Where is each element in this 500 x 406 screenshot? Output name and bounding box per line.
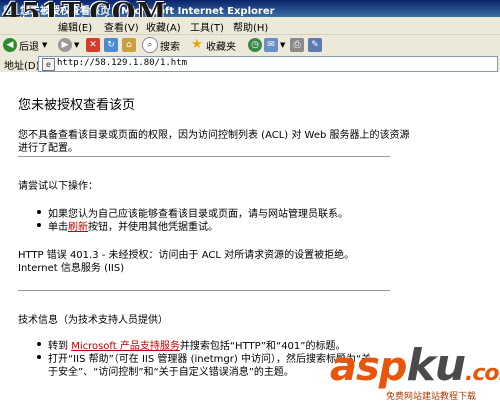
try-item-2-pre: 单击 — [48, 222, 68, 233]
stop-button[interactable]: ✕ — [86, 37, 102, 53]
divider — [18, 290, 390, 291]
window-title: 您未被授权查看该页 - Microsoft Internet Explorer — [20, 6, 275, 17]
bullet — [37, 223, 41, 227]
address-bar: 地址(D) e http://58.129.1.80/1.htm — [0, 55, 500, 73]
back-label: 后退 — [19, 41, 39, 53]
tech-heading: 技术信息（为技术支持人员提供） — [18, 315, 168, 326]
favorites-label: 收藏夹 — [206, 41, 236, 53]
history-button[interactable]: ◷ — [248, 37, 264, 53]
back-button[interactable]: ◀ 后退 ▼ — [3, 37, 47, 53]
refresh-link[interactable]: 刷新 — [68, 222, 88, 233]
search-button[interactable]: ⌕ 搜索 — [142, 37, 180, 53]
printer-icon: ⎙ — [290, 38, 304, 52]
menu-favorites[interactable]: 收藏(A) — [146, 19, 181, 34]
tech-item-2-line2: 于安全”、“访问控制”和“关于自定义错误消息”的主题。 — [48, 367, 294, 378]
page-content: 您未被授权查看该页 您不具备查看该目录或页面的权限，因为访问控制列表 (ACL)… — [0, 72, 500, 406]
forward-button[interactable]: ▶ ▼ — [58, 37, 79, 53]
bullet — [37, 342, 41, 346]
edit-icon: ✎ — [308, 38, 322, 52]
home-button[interactable]: ⌂ — [122, 37, 138, 53]
menu-bar: 编辑(E) 查看(V) 收藏(A) 工具(T) 帮助(H) — [0, 17, 500, 35]
search-label: 搜索 — [160, 41, 180, 53]
menu-help[interactable]: 帮助(H) — [233, 19, 268, 34]
favorites-button[interactable]: ★ 收藏夹 — [190, 37, 236, 53]
back-arrow-icon: ◀ — [3, 38, 17, 52]
page-heading: 您未被授权查看该页 — [18, 98, 136, 113]
refresh-button[interactable]: ↻ — [104, 37, 120, 53]
star-icon: ★ — [191, 37, 203, 52]
edit-button[interactable]: ✎ — [308, 37, 324, 53]
logo-subtitle: 免费网站建站教程下载 — [386, 392, 477, 402]
menu-tools[interactable]: 工具(T) — [190, 19, 224, 34]
bullet — [37, 355, 41, 359]
ie-icon: e — [3, 1, 11, 14]
page-icon: e — [42, 58, 55, 71]
refresh-icon: ↻ — [104, 38, 118, 52]
stop-icon: ✕ — [86, 38, 100, 52]
try-item-2: 单击刷新按钮，并使用其他凭据重试。 — [48, 218, 218, 233]
address-label: 地址(D) — [4, 61, 40, 72]
search-icon: ⌕ — [142, 37, 158, 53]
forward-arrow-icon: ▶ — [58, 38, 72, 52]
history-icon: ◷ — [248, 38, 262, 52]
intro-text-line2: 进行了配置。 — [18, 143, 78, 154]
mail-icon: ✉ — [264, 38, 278, 52]
standard-toolbar: ◀ 后退 ▼ ▶ ▼ ✕ ↻ ⌂ ⌕ 搜索 ★ 收藏夹 ◷ ✉ ▼ ⎙ ✎ — [0, 35, 500, 56]
print-button[interactable]: ⎙ — [290, 37, 306, 53]
bullet — [37, 210, 41, 214]
address-input[interactable]: e http://58.129.1.80/1.htm — [38, 56, 498, 72]
window-titlebar: e 您未被授权查看该页 - Microsoft Internet Explore… — [0, 0, 500, 17]
divider — [18, 156, 390, 157]
server-line: Internet 信息服务 (IIS) — [18, 263, 125, 274]
try-item-2-post: 按钮，并使用其他凭据重试。 — [88, 222, 218, 233]
address-url: http://58.129.1.80/1.htm — [57, 58, 188, 68]
mail-button[interactable]: ✉ ▼ — [264, 37, 285, 53]
menu-edit[interactable]: 编辑(E) — [58, 19, 92, 34]
chevron-down-icon: ▼ — [74, 41, 80, 49]
try-heading: 请尝试以下操作： — [18, 181, 98, 192]
chevron-down-icon: ▼ — [280, 41, 286, 49]
chevron-down-icon: ▼ — [42, 41, 48, 49]
home-icon: ⌂ — [122, 38, 136, 52]
menu-view[interactable]: 查看(V) — [104, 19, 139, 34]
